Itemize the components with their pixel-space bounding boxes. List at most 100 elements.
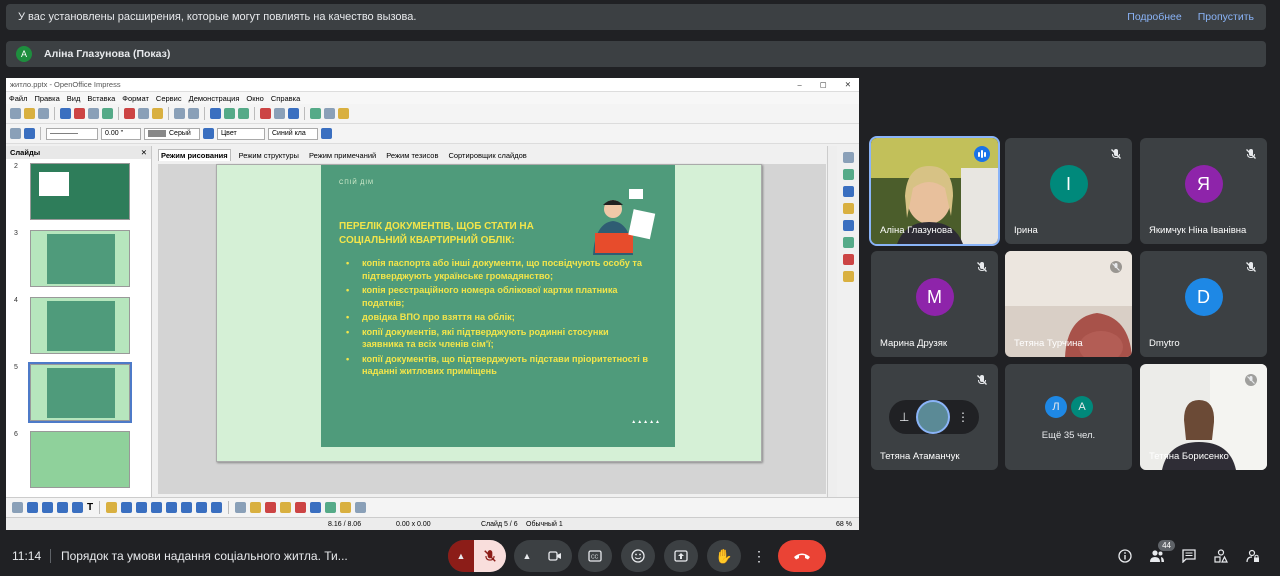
gallery-panel-icon[interactable]: [842, 203, 854, 214]
present-button[interactable]: [664, 540, 698, 572]
tab-sorter[interactable]: Сортировщик слайдов: [446, 150, 528, 161]
paste-icon[interactable]: [152, 108, 163, 119]
more-participants-tile[interactable]: Л А Ещё 35 чел.: [1005, 364, 1132, 470]
slide-thumb-6[interactable]: 6: [14, 431, 140, 493]
block-arrows-icon[interactable]: [166, 502, 178, 513]
close-icon[interactable]: ✕: [845, 80, 851, 89]
menu-view[interactable]: Вид: [67, 94, 81, 103]
styles-panel-icon[interactable]: [842, 186, 854, 197]
host-controls-button[interactable]: [1243, 546, 1263, 566]
participant-tile[interactable]: Аліна Глазунова: [869, 136, 1000, 246]
copy-icon[interactable]: [138, 108, 149, 119]
menu-icon[interactable]: [842, 152, 854, 163]
navigator-icon[interactable]: [238, 108, 249, 119]
navigator-panel-icon[interactable]: [842, 220, 854, 231]
menu-format[interactable]: Формат: [122, 94, 149, 103]
edit-icon[interactable]: [60, 108, 71, 119]
line-color-select[interactable]: Серый: [144, 127, 200, 140]
select-icon[interactable]: [12, 502, 23, 513]
points-icon[interactable]: [235, 502, 247, 513]
pin-icon[interactable]: ⊥: [899, 410, 909, 424]
symbol-shapes-icon[interactable]: [151, 502, 163, 513]
arrange-icon[interactable]: [340, 502, 352, 513]
line-tool-icon[interactable]: [27, 502, 38, 513]
menu-slideshow[interactable]: Демонстрация: [189, 94, 240, 103]
current-slide[interactable]: СПІЙ ДІМ ПЕРЕЛІК ДОКУМЕНТІВ, ЩОБ СТАТИ Н…: [216, 164, 762, 462]
arrow-tool-icon[interactable]: [42, 502, 53, 513]
fill-color-select[interactable]: Синий кла: [268, 127, 318, 140]
slide-thumb-3[interactable]: 3: [14, 230, 140, 292]
area-icon[interactable]: [203, 128, 214, 139]
slide-thumb-4[interactable]: 4: [14, 297, 140, 359]
help-icon[interactable]: [288, 108, 299, 119]
draw-icon[interactable]: [260, 108, 271, 119]
slide-thumb-5[interactable]: 5: [14, 362, 140, 426]
effects-icon[interactable]: [310, 502, 322, 513]
meeting-details-button[interactable]: [1115, 546, 1135, 566]
maximize-icon[interactable]: ▢: [820, 80, 827, 89]
curve-tool-icon[interactable]: [106, 502, 118, 513]
transition-icon[interactable]: [842, 271, 854, 282]
pdf-icon[interactable]: [74, 108, 85, 119]
participant-tile[interactable]: М Марина Друзяк: [871, 251, 998, 357]
animation-icon[interactable]: [842, 254, 854, 265]
participant-tile[interactable]: ⊥ ⋮ Тетяна Атаманчук: [871, 364, 998, 470]
flowchart-icon[interactable]: [181, 502, 193, 513]
menu-insert[interactable]: Вставка: [87, 94, 115, 103]
callouts-icon[interactable]: [196, 502, 208, 513]
tab-drawing[interactable]: Режим рисования: [158, 149, 231, 161]
tab-handout[interactable]: Режим тезисов: [384, 150, 440, 161]
participant-tile[interactable]: І Ірина: [1005, 138, 1132, 244]
tab-outline[interactable]: Режим структуры: [237, 150, 301, 161]
extrusion-icon[interactable]: [295, 502, 307, 513]
line-icon[interactable]: [24, 128, 35, 139]
close-pane-icon[interactable]: ✕: [141, 148, 147, 157]
fill-mode-select[interactable]: Цвет: [217, 127, 265, 140]
reactions-button[interactable]: [621, 540, 655, 572]
skip-link[interactable]: Пропустить: [1198, 11, 1254, 23]
redo-icon[interactable]: [188, 108, 199, 119]
raise-hand-button[interactable]: ✋: [707, 540, 741, 572]
participant-tile[interactable]: Тетяна Борисенко: [1140, 364, 1267, 470]
line-width-field[interactable]: 0.00 ": [101, 127, 141, 140]
print-icon[interactable]: [88, 108, 99, 119]
captions-button[interactable]: CC: [578, 540, 612, 572]
slide-thumb-2[interactable]: 2: [14, 163, 140, 225]
styles-icon[interactable]: [10, 128, 21, 139]
display-icon[interactable]: [324, 108, 335, 119]
undo-icon[interactable]: [174, 108, 185, 119]
fontwork-icon[interactable]: [280, 502, 292, 513]
tab-notes[interactable]: Режим примечаний: [307, 150, 378, 161]
open-icon[interactable]: [24, 108, 35, 119]
participant-tile[interactable]: D Dmytro: [1140, 251, 1267, 357]
sidebar-icon[interactable]: [338, 108, 349, 119]
chat-button[interactable]: [1179, 546, 1199, 566]
spellcheck-icon[interactable]: [102, 108, 113, 119]
text-tool-icon[interactable]: T: [87, 502, 93, 513]
menu-edit[interactable]: Правка: [34, 94, 59, 103]
new-icon[interactable]: [10, 108, 21, 119]
mic-off-button[interactable]: [474, 540, 506, 572]
insert-icon[interactable]: [355, 502, 367, 513]
align-icon[interactable]: [325, 502, 337, 513]
zoom-icon[interactable]: [274, 108, 285, 119]
menu-file[interactable]: Файл: [9, 94, 27, 103]
functions-icon[interactable]: [842, 237, 854, 248]
slide-canvas[interactable]: СПІЙ ДІМ ПЕРЕЛІК ДОКУМЕНТІВ, ЩОБ СТАТИ Н…: [158, 164, 826, 494]
properties-icon[interactable]: [842, 169, 854, 180]
cut-icon[interactable]: [124, 108, 135, 119]
more-options-button[interactable]: ⋮: [748, 540, 770, 572]
line-style-select[interactable]: ————: [46, 127, 98, 140]
image-icon[interactable]: [265, 502, 277, 513]
stars-icon[interactable]: [211, 502, 223, 513]
menu-help[interactable]: Справка: [271, 94, 300, 103]
people-button[interactable]: 44: [1147, 540, 1175, 566]
save-icon[interactable]: [38, 108, 49, 119]
table-icon[interactable]: [210, 108, 221, 119]
menu-window[interactable]: Окно: [246, 94, 263, 103]
activities-button[interactable]: [1211, 546, 1231, 566]
rect-tool-icon[interactable]: [57, 502, 68, 513]
camera-button[interactable]: [539, 550, 571, 562]
minimize-icon[interactable]: –: [797, 80, 801, 89]
gallery-icon[interactable]: [310, 108, 321, 119]
